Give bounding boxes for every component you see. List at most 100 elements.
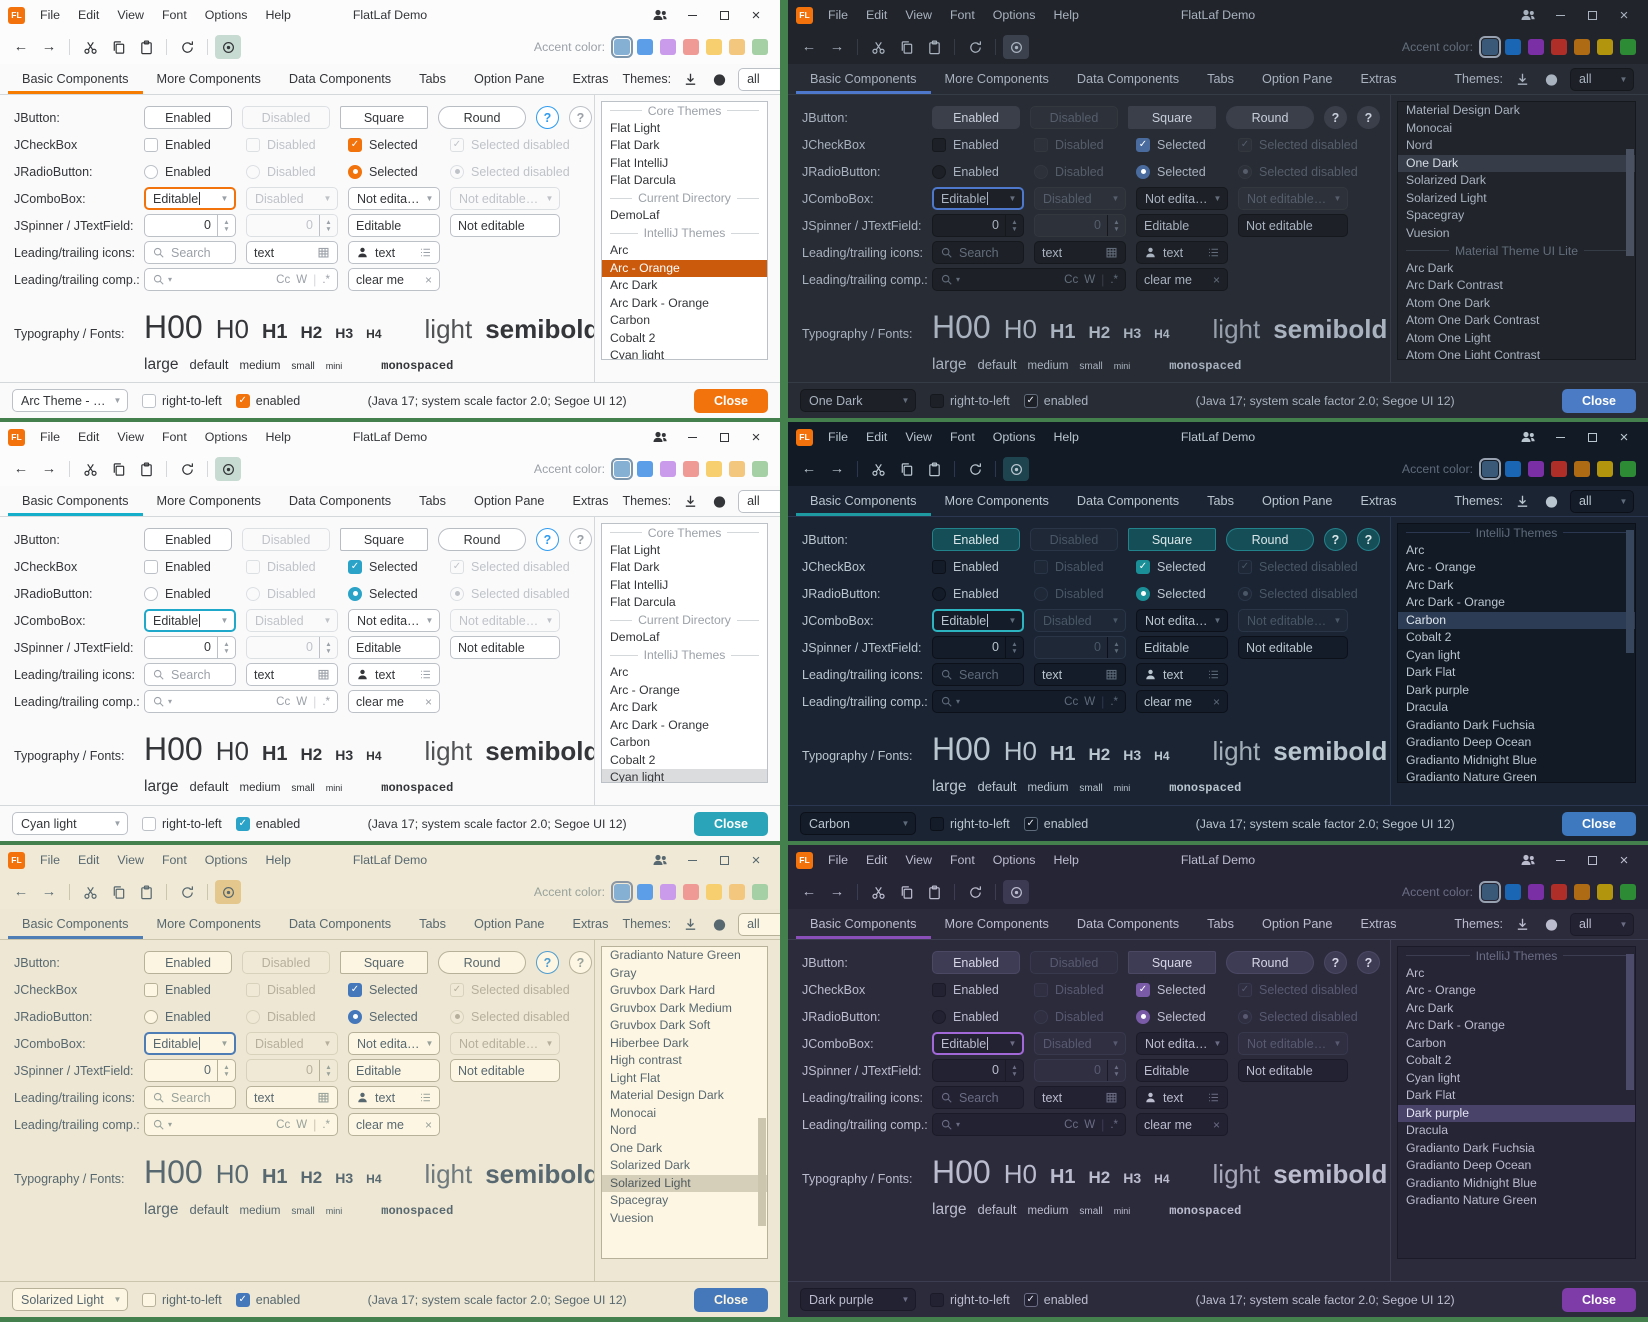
checkbox-enabled[interactable]: Enabled bbox=[144, 983, 236, 997]
spinner-arrows[interactable]: ▲ ▼ bbox=[1005, 1060, 1023, 1081]
theme-list-item[interactable]: Spacegray bbox=[602, 1192, 767, 1210]
theme-list-item[interactable]: Cyan light bbox=[602, 347, 767, 360]
menu-item-edit[interactable]: Edit bbox=[859, 422, 894, 452]
paste-button[interactable] bbox=[133, 457, 159, 481]
person-input[interactable]: text bbox=[348, 663, 440, 686]
users-button[interactable] bbox=[1512, 845, 1544, 875]
help-button[interactable]: ? bbox=[1324, 951, 1347, 974]
window-close-button[interactable]: × bbox=[740, 0, 772, 30]
paste-button[interactable] bbox=[133, 35, 159, 59]
accent-swatch[interactable] bbox=[706, 39, 722, 55]
person-input[interactable]: text bbox=[1136, 663, 1228, 686]
theme-list-item[interactable]: Cyan light bbox=[602, 769, 767, 783]
search-input[interactable]: Search bbox=[932, 1086, 1024, 1109]
filter-search-input[interactable]: ▾ Cc W | .* bbox=[932, 268, 1126, 291]
paste-button[interactable] bbox=[921, 880, 947, 904]
regex-toggle[interactable]: .* bbox=[322, 696, 330, 708]
scrollbar-thumb[interactable] bbox=[1626, 530, 1634, 653]
back-button[interactable]: ← bbox=[796, 35, 822, 59]
accent-swatch[interactable] bbox=[1505, 39, 1521, 55]
accent-swatch[interactable] bbox=[660, 39, 676, 55]
clear-me-input[interactable]: clear me × bbox=[1136, 268, 1228, 291]
editable-textfield[interactable]: Editable bbox=[348, 636, 440, 659]
menu-item-edit[interactable]: Edit bbox=[71, 422, 106, 452]
filter-search-input[interactable]: ▾ Cc W | .* bbox=[144, 690, 338, 713]
window-close-button[interactable]: × bbox=[740, 845, 772, 875]
spinner[interactable]: 0 ▲ ▼ bbox=[932, 636, 1024, 659]
theme-list-item[interactable]: Arc bbox=[602, 242, 767, 260]
theme-list-item[interactable]: Dark purple bbox=[1398, 682, 1635, 700]
menu-item-font[interactable]: Font bbox=[943, 845, 982, 875]
theme-list-item[interactable]: Flat IntelliJ bbox=[602, 155, 767, 173]
checkbox-enabled[interactable]: Enabled bbox=[144, 560, 236, 574]
regex-toggle[interactable]: .* bbox=[1110, 274, 1118, 286]
radio-enabled[interactable]: Enabled bbox=[144, 1010, 236, 1024]
tab-option-pane[interactable]: Option Pane bbox=[460, 64, 559, 94]
checkbox-selected[interactable]: ✓ Selected bbox=[1136, 983, 1228, 997]
paste-button[interactable] bbox=[133, 880, 159, 904]
accent-swatch[interactable] bbox=[683, 39, 699, 55]
round-button[interactable]: Round bbox=[438, 106, 526, 129]
accent-swatch[interactable] bbox=[1505, 461, 1521, 477]
tab-data-components[interactable]: Data Components bbox=[1063, 486, 1193, 516]
theme-list-item[interactable]: Flat IntelliJ bbox=[602, 577, 767, 595]
radio-enabled[interactable]: Enabled bbox=[144, 165, 236, 179]
theme-list-item[interactable]: Arc bbox=[1398, 542, 1635, 560]
accent-swatch[interactable] bbox=[1551, 884, 1567, 900]
theme-list-item[interactable]: High contrast bbox=[602, 1052, 767, 1070]
copy-button[interactable] bbox=[105, 880, 131, 904]
theme-list-item[interactable]: Arc Dark bbox=[1398, 260, 1635, 278]
maximize-button[interactable] bbox=[1576, 845, 1608, 875]
cut-button[interactable] bbox=[865, 457, 891, 481]
theme-list-item[interactable]: Arc Dark - Orange bbox=[602, 295, 767, 313]
tab-basic-components[interactable]: Basic Components bbox=[8, 64, 143, 94]
tab-option-pane[interactable]: Option Pane bbox=[1248, 486, 1347, 516]
menu-item-view[interactable]: View bbox=[110, 845, 151, 875]
github-button[interactable] bbox=[1541, 68, 1561, 90]
help-button-secondary[interactable]: ? bbox=[1357, 951, 1380, 974]
theme-list-item[interactable]: Arc Dark bbox=[602, 277, 767, 295]
close-button[interactable]: Close bbox=[1562, 1288, 1636, 1312]
not-editable-combobox[interactable]: Not editable ▼ bbox=[348, 1032, 440, 1055]
menu-item-options[interactable]: Options bbox=[198, 422, 255, 452]
whole-word-toggle[interactable]: W bbox=[1084, 1119, 1095, 1131]
tab-data-components[interactable]: Data Components bbox=[275, 64, 405, 94]
menu-item-options[interactable]: Options bbox=[986, 0, 1043, 30]
theme-list-item[interactable]: One Dark bbox=[602, 1140, 767, 1158]
radio-selected[interactable]: Selected bbox=[348, 165, 440, 179]
minimize-button[interactable] bbox=[676, 845, 708, 875]
enabled-checkbox[interactable]: ✓ enabled bbox=[1024, 394, 1089, 408]
theme-list-item[interactable]: Cyan light bbox=[1398, 1070, 1635, 1088]
theme-list-item[interactable]: Carbon bbox=[602, 312, 767, 330]
tab-data-components[interactable]: Data Components bbox=[1063, 909, 1193, 939]
tab-extras[interactable]: Extras bbox=[559, 486, 623, 516]
theme-list-item[interactable]: Atom One Light Contrast bbox=[1398, 347, 1635, 360]
theme-list-item[interactable]: Arc bbox=[602, 664, 767, 682]
checkbox-enabled[interactable]: Enabled bbox=[144, 138, 236, 152]
accent-swatch[interactable] bbox=[1574, 39, 1590, 55]
clear-icon[interactable]: × bbox=[425, 1118, 432, 1132]
accent-swatch[interactable] bbox=[1597, 884, 1613, 900]
theme-list-item[interactable]: Atom One Light bbox=[1398, 330, 1635, 348]
not-editable-combobox[interactable]: Not editable ▼ bbox=[348, 187, 440, 210]
accent-swatch[interactable] bbox=[1528, 884, 1544, 900]
search-input[interactable]: Search bbox=[932, 663, 1024, 686]
menu-item-edit[interactable]: Edit bbox=[859, 0, 894, 30]
theme-list-item[interactable]: Gradianto Nature Green bbox=[1398, 769, 1635, 783]
match-case-toggle[interactable]: Cc bbox=[1064, 1119, 1078, 1131]
filter-search-input[interactable]: ▾ Cc W | .* bbox=[144, 268, 338, 291]
match-case-toggle[interactable]: Cc bbox=[1064, 274, 1078, 286]
theme-list-item[interactable]: Gradianto Midnight Blue bbox=[1398, 752, 1635, 770]
theme-list-item[interactable]: Monocai bbox=[1398, 120, 1635, 138]
menu-item-view[interactable]: View bbox=[898, 422, 939, 452]
show-hidden-toggle-button[interactable] bbox=[215, 35, 241, 59]
not-editable-textfield[interactable]: Not editable bbox=[1238, 214, 1348, 237]
show-hidden-toggle-button[interactable] bbox=[1003, 880, 1029, 904]
theme-list-item[interactable]: Atom One Dark bbox=[1398, 295, 1635, 313]
right-to-left-checkbox[interactable]: right-to-left bbox=[142, 394, 222, 408]
editable-textfield[interactable]: Editable bbox=[1136, 636, 1228, 659]
tab-basic-components[interactable]: Basic Components bbox=[796, 909, 931, 939]
menu-item-file[interactable]: File bbox=[33, 0, 67, 30]
accent-swatch[interactable] bbox=[637, 461, 653, 477]
editable-textfield[interactable]: Editable bbox=[1136, 214, 1228, 237]
